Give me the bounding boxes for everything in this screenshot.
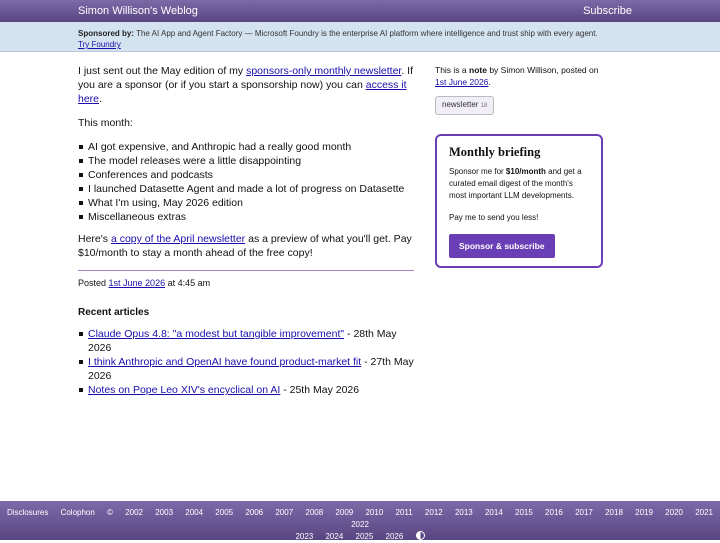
intro-text-3: . bbox=[99, 93, 102, 105]
meta-text-1: This is a bbox=[435, 65, 470, 75]
posted-time: at 4:45 am bbox=[165, 278, 211, 288]
list-item: Conferences and podcasts bbox=[79, 168, 414, 182]
list-item: What I'm using, May 2026 edition bbox=[79, 196, 414, 210]
meta-date-link[interactable]: 1st June 2026 bbox=[435, 77, 488, 87]
footer-year-link[interactable]: 2007 bbox=[275, 508, 293, 517]
recent-article-link[interactable]: Claude Opus 4.8: "a modest but tangible … bbox=[88, 328, 344, 340]
recent-article-link[interactable]: I think Anthropic and OpenAI have found … bbox=[88, 356, 361, 368]
subscribe-link[interactable]: Subscribe bbox=[583, 5, 632, 17]
footer-year-link[interactable]: 2014 bbox=[485, 508, 503, 517]
footer-copyright: © bbox=[107, 508, 113, 517]
site-footer: Disclosures Colophon © 2002 2003 2004 20… bbox=[0, 501, 720, 543]
list-item: I think Anthropic and OpenAI have found … bbox=[79, 355, 414, 383]
list-item: The model releases were a little disappo… bbox=[79, 154, 414, 168]
try-foundry-link[interactable]: Try Foundry bbox=[78, 40, 121, 49]
footer-year-link[interactable]: 2015 bbox=[515, 508, 533, 517]
contrast-icon[interactable] bbox=[415, 531, 425, 540]
note-outro: Here's a copy of the April newsletter as… bbox=[78, 232, 414, 260]
list-item: AI got expensive, and Anthropic had a re… bbox=[79, 140, 414, 154]
list-item: I launched Datasette Agent and made a lo… bbox=[79, 182, 414, 196]
tag-label: newsletter bbox=[442, 100, 479, 109]
footer-year-link[interactable]: 2004 bbox=[185, 508, 203, 517]
footer-year-link[interactable]: 2021 bbox=[695, 508, 713, 517]
list-item: Notes on Pope Leo XIV's encyclical on AI… bbox=[79, 383, 414, 397]
footer-year-link[interactable]: 2016 bbox=[545, 508, 563, 517]
sidebar: This is a note by Simon Willison, posted… bbox=[435, 64, 603, 268]
footer-year-link[interactable]: 2017 bbox=[575, 508, 593, 517]
meta-text-3: . bbox=[488, 77, 491, 87]
note-content: I just sent out the May edition of my sp… bbox=[78, 64, 414, 405]
this-month-heading: This month: bbox=[78, 117, 133, 129]
footer-row: 2023 2024 2025 2026 bbox=[0, 531, 720, 543]
sponsor-prefix: Sponsored by: bbox=[78, 29, 135, 38]
recent-articles-heading: Recent articles bbox=[78, 307, 150, 318]
recent-articles-list: Claude Opus 4.8: "a modest but tangible … bbox=[78, 327, 414, 397]
footer-year-link[interactable]: 2019 bbox=[635, 508, 653, 517]
recent-article-date: - 25th May 2026 bbox=[280, 384, 360, 396]
sponsor-text: The AI App and Agent Factory — Microsoft… bbox=[134, 29, 598, 38]
footer-year-link[interactable]: 2011 bbox=[395, 508, 412, 517]
meta-note: note bbox=[469, 65, 487, 75]
list-item: Miscellaneous extras bbox=[79, 210, 414, 224]
footer-year-link[interactable]: 2006 bbox=[245, 508, 263, 517]
sponsor-subscribe-button[interactable]: Sponsor & subscribe bbox=[449, 234, 555, 258]
briefing-description: Sponsor me for $10/month and get a curat… bbox=[449, 166, 589, 202]
footer-year-link[interactable]: 2012 bbox=[425, 508, 443, 517]
april-newsletter-link[interactable]: a copy of the April newsletter bbox=[111, 233, 245, 245]
posted-prefix: Posted bbox=[78, 278, 109, 288]
briefing-pay-text: Pay me to send you less! bbox=[449, 213, 539, 222]
posted-date-link[interactable]: 1st June 2026 bbox=[109, 278, 166, 288]
footer-year-link[interactable]: 2009 bbox=[335, 508, 353, 517]
newsletter-link[interactable]: sponsors-only monthly newsletter bbox=[246, 65, 401, 77]
meta-text-2: by Simon Willison, posted on bbox=[486, 65, 599, 75]
briefing-title: Monthly briefing bbox=[449, 145, 541, 159]
month-list: AI got expensive, and Anthropic had a re… bbox=[78, 140, 414, 224]
footer-year-link[interactable]: 2018 bbox=[605, 508, 623, 517]
brief-text-1: Sponsor me for bbox=[449, 167, 506, 176]
footer-year-link[interactable]: 2010 bbox=[365, 508, 383, 517]
footer-year-link[interactable]: 2005 bbox=[215, 508, 233, 517]
site-title-link[interactable]: Simon Willison's Weblog bbox=[78, 5, 198, 17]
tag-newsletter[interactable]: newsletter 18 bbox=[435, 96, 495, 115]
recent-article-link[interactable]: Notes on Pope Leo XIV's encyclical on AI bbox=[88, 384, 280, 396]
footer-year-link[interactable]: 2002 bbox=[125, 508, 143, 517]
footer-year-link[interactable]: 2020 bbox=[665, 508, 683, 517]
monthly-briefing-box: Monthly briefing Sponsor me for $10/mont… bbox=[435, 134, 603, 268]
note-meta: This is a note by Simon Willison, posted… bbox=[435, 64, 603, 88]
list-item: Claude Opus 4.8: "a modest but tangible … bbox=[79, 327, 414, 355]
footer-year-link[interactable]: 2008 bbox=[305, 508, 323, 517]
note-intro: I just sent out the May edition of my sp… bbox=[78, 64, 414, 106]
tag-count: 18 bbox=[480, 103, 488, 109]
site-header: Simon Willison's Weblog Subscribe bbox=[0, 0, 720, 22]
posted-line: Posted 1st June 2026 at 4:45 am bbox=[78, 270, 414, 290]
sponsor-banner: Sponsored by: The AI App and Agent Facto… bbox=[0, 22, 720, 52]
footer-row: Disclosures Colophon © 2002 2003 2004 20… bbox=[0, 507, 720, 531]
footer-year-link[interactable]: 2013 bbox=[455, 508, 473, 517]
intro-text-1: I just sent out the May edition of my bbox=[78, 65, 247, 77]
outro-text-1: Here's bbox=[78, 233, 111, 245]
footer-link[interactable]: Disclosures bbox=[7, 508, 48, 517]
brief-price: $10/month bbox=[505, 167, 546, 176]
footer-year-link[interactable]: 2022 bbox=[351, 520, 369, 529]
footer-year-link[interactable]: 2003 bbox=[155, 508, 173, 517]
footer-link[interactable]: Colophon bbox=[61, 508, 95, 517]
